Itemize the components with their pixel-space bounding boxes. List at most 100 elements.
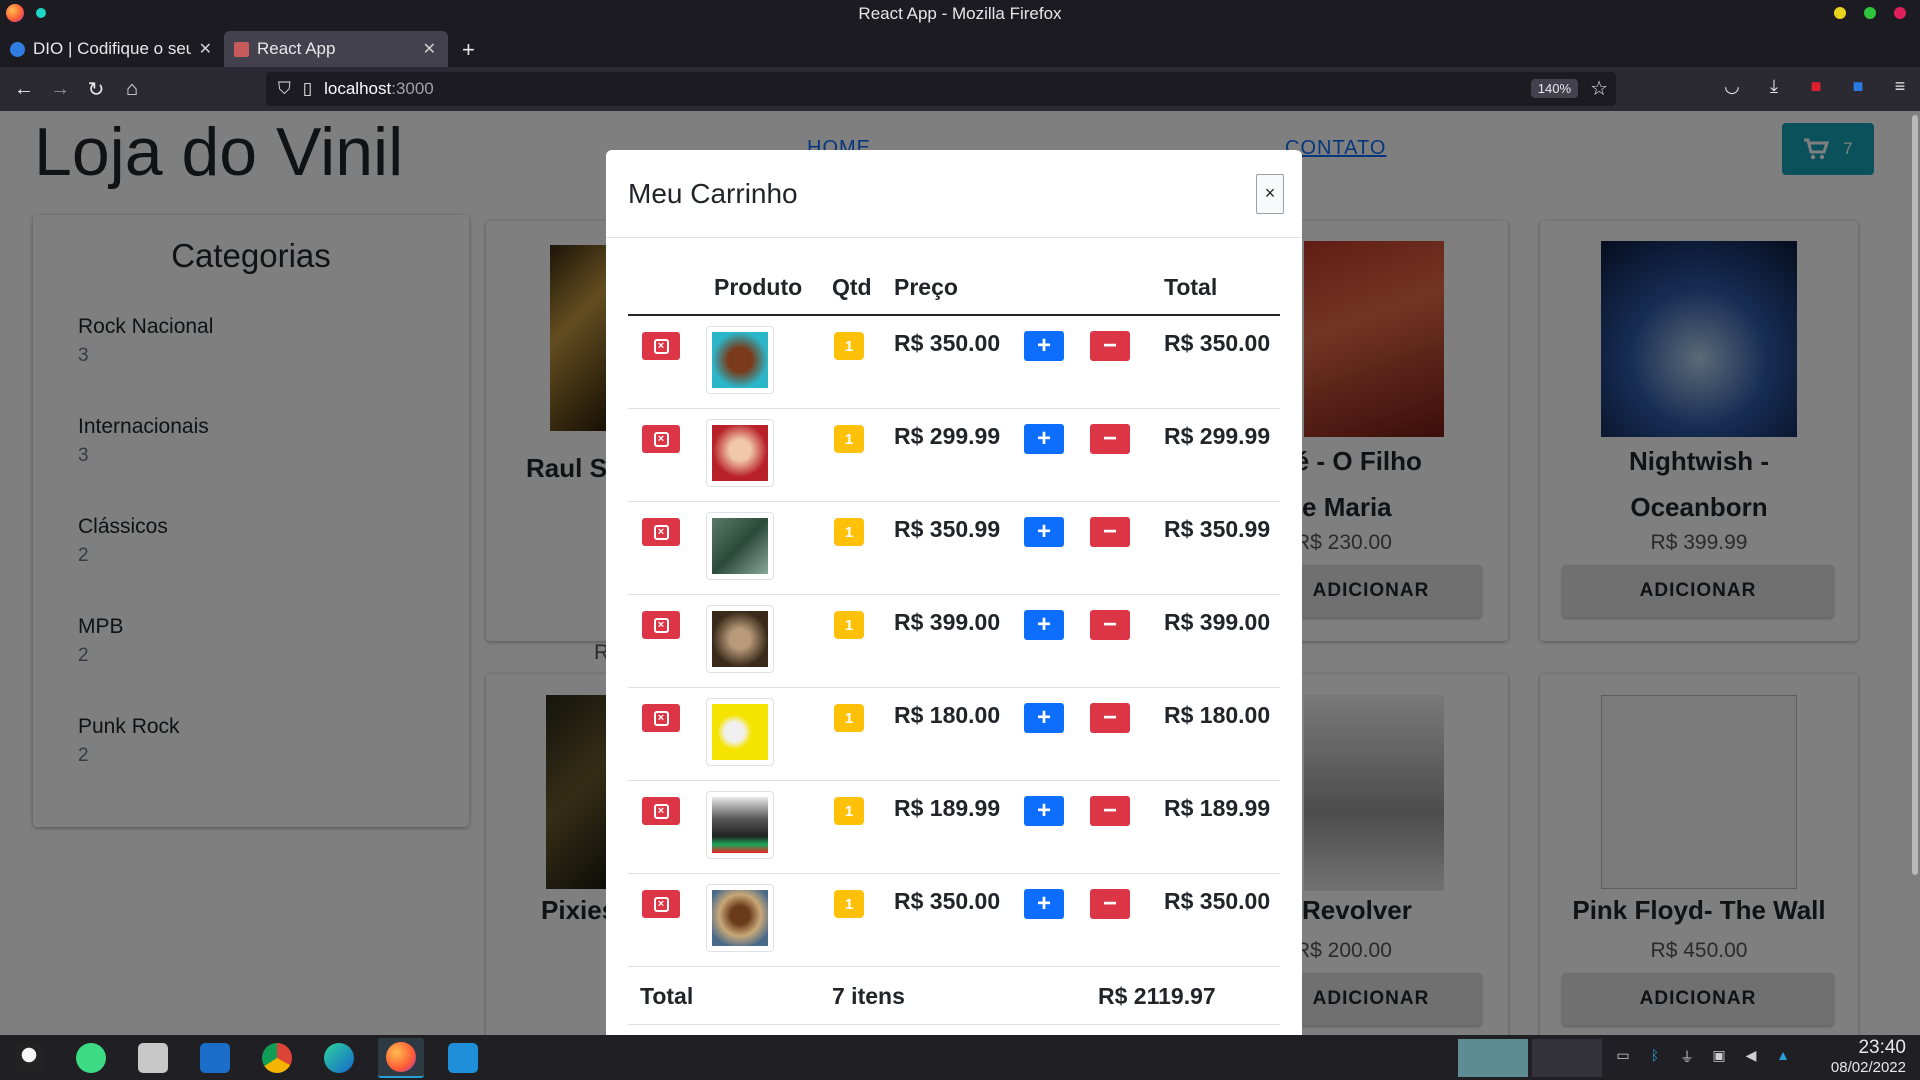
- taskbar-app-edge[interactable]: [316, 1038, 362, 1078]
- maximize-icon[interactable]: [1864, 7, 1876, 19]
- clipboard-icon[interactable]: ▭: [1616, 1047, 1630, 1065]
- increase-quantity-button[interactable]: +: [1024, 517, 1064, 547]
- tab-label: DIO | Codifique o seu: [33, 39, 191, 58]
- back-arrow-icon[interactable]: ←: [6, 78, 42, 101]
- window-title: React App - Mozilla Firefox: [858, 3, 1062, 23]
- item-total: R$ 189.99: [1164, 795, 1271, 821]
- item-total: R$ 299.99: [1164, 423, 1271, 449]
- product-thumbnail: [706, 605, 774, 673]
- quantity-badge: 1: [834, 797, 864, 825]
- home-icon[interactable]: ⌂: [114, 78, 150, 101]
- url-bar[interactable]: ⛉ ▯ localhost:3000 140% ☆: [266, 72, 1616, 106]
- page-info-icon[interactable]: ▯: [303, 79, 312, 99]
- item-total: R$ 180.00: [1164, 702, 1271, 728]
- product-thumbnail: [706, 698, 774, 766]
- modal-header: Meu Carrinho ×: [606, 150, 1302, 238]
- taskbar-app-joplin[interactable]: [192, 1038, 238, 1078]
- table-row: × 1 R$ 399.00 + − R$ 399.00: [628, 595, 1280, 688]
- header-preco: Preço: [894, 274, 958, 300]
- new-tab-icon[interactable]: +: [448, 37, 489, 67]
- download-icon[interactable]: ⤓: [1764, 76, 1784, 96]
- taskbar-app-files[interactable]: [130, 1038, 176, 1078]
- url-port: :3000: [391, 79, 434, 98]
- clock[interactable]: 23:40 08/02/2022: [1831, 1037, 1906, 1076]
- taskbar-app-firefox[interactable]: [378, 1037, 424, 1078]
- page-viewport: Loja do Vinil HOME CONTATO 7 Categorias …: [0, 111, 1920, 1035]
- close-tab-icon[interactable]: ✕: [199, 39, 212, 59]
- decrease-quantity-button[interactable]: −: [1090, 424, 1130, 454]
- quantity-badge: 1: [834, 425, 864, 453]
- taskbar-app-chrome[interactable]: [254, 1038, 300, 1078]
- clock-time: 23:40: [1858, 1037, 1906, 1058]
- tray-expand-icon[interactable]: ▲: [1776, 1047, 1790, 1065]
- product-thumbnail: [706, 326, 774, 394]
- minimize-icon[interactable]: [1834, 7, 1846, 19]
- decrease-quantity-button[interactable]: −: [1090, 610, 1130, 640]
- close-tab-icon[interactable]: ✕: [423, 39, 436, 59]
- remove-item-button[interactable]: ×: [642, 611, 680, 639]
- table-row: × 1 R$ 180.00 + − R$ 180.00: [628, 688, 1280, 781]
- product-thumbnail: [706, 512, 774, 580]
- quantity-badge: 1: [834, 611, 864, 639]
- footer-total-amount: R$ 2119.97: [1098, 983, 1216, 1009]
- table-row: × 1 R$ 299.99 + − R$ 299.99: [628, 409, 1280, 502]
- remove-icon: ×: [653, 896, 669, 912]
- cart-modal: Meu Carrinho × Produto Qtd Preço Total ×…: [606, 150, 1302, 1035]
- usb-icon[interactable]: ⏚: [1680, 1047, 1694, 1065]
- remove-icon: ×: [653, 524, 669, 540]
- tux-icon: [14, 1042, 44, 1073]
- item-price: R$ 399.00: [894, 609, 1001, 635]
- start-menu-button[interactable]: [6, 1038, 52, 1078]
- close-window-icon[interactable]: [1894, 7, 1906, 19]
- taskbar-app-vscode[interactable]: [440, 1038, 486, 1078]
- item-price: R$ 180.00: [894, 702, 1001, 728]
- taskbar-app-android-studio[interactable]: [68, 1038, 114, 1078]
- decrease-quantity-button[interactable]: −: [1090, 331, 1130, 361]
- table-row: × 1 R$ 350.00 + − R$ 350.00: [628, 874, 1280, 967]
- pocket-icon[interactable]: ◡: [1722, 76, 1742, 96]
- increase-quantity-button[interactable]: +: [1024, 703, 1064, 733]
- decrease-quantity-button[interactable]: −: [1090, 517, 1130, 547]
- decrease-quantity-button[interactable]: −: [1090, 703, 1130, 733]
- tab-strip: DIO | Codifique o seu ✕ React App ✕ +: [0, 27, 1920, 67]
- vscode-icon: [448, 1042, 478, 1073]
- remove-item-button[interactable]: ×: [642, 890, 680, 918]
- network-icon[interactable]: ▣: [1712, 1047, 1726, 1065]
- table-header: Produto Qtd Preço Total: [628, 260, 1280, 316]
- tab-dio[interactable]: DIO | Codifique o seu ✕: [0, 31, 224, 67]
- increase-quantity-button[interactable]: +: [1024, 796, 1064, 826]
- remove-item-button[interactable]: ×: [642, 332, 680, 360]
- remove-item-button[interactable]: ×: [642, 518, 680, 546]
- increase-quantity-button[interactable]: +: [1024, 610, 1064, 640]
- tab-react-app[interactable]: React App ✕: [224, 31, 448, 67]
- workspace-2[interactable]: [1532, 1039, 1602, 1077]
- forward-arrow-icon[interactable]: →: [42, 78, 78, 101]
- firefox-icon: [6, 4, 24, 22]
- remove-item-button[interactable]: ×: [642, 425, 680, 453]
- android-studio-icon: [76, 1042, 106, 1073]
- remove-item-button[interactable]: ×: [642, 704, 680, 732]
- decrease-quantity-button[interactable]: −: [1090, 796, 1130, 826]
- quantity-badge: 1: [834, 704, 864, 732]
- increase-quantity-button[interactable]: +: [1024, 331, 1064, 361]
- cart-table: Produto Qtd Preço Total × 1 R$ 350.00 + …: [628, 260, 1280, 1025]
- tab-label: React App: [257, 39, 336, 58]
- chrome-icon: [262, 1042, 292, 1073]
- extension-j-icon[interactable]: ■: [1848, 76, 1868, 96]
- volume-icon[interactable]: ◀: [1744, 1047, 1758, 1065]
- remove-item-button[interactable]: ×: [642, 797, 680, 825]
- increase-quantity-button[interactable]: +: [1024, 424, 1064, 454]
- increase-quantity-button[interactable]: +: [1024, 889, 1064, 919]
- shield-icon[interactable]: ⛉: [278, 79, 291, 99]
- decrease-quantity-button[interactable]: −: [1090, 889, 1130, 919]
- bookmark-star-icon[interactable]: ☆: [1590, 76, 1608, 101]
- reload-icon[interactable]: ↻: [78, 77, 114, 102]
- modal-close-button[interactable]: ×: [1256, 173, 1284, 214]
- workspace-1[interactable]: [1458, 1039, 1528, 1077]
- extension-block-icon[interactable]: ■: [1806, 76, 1826, 96]
- bluetooth-icon[interactable]: ᛒ: [1648, 1047, 1662, 1065]
- page-scrollbar[interactable]: [1912, 115, 1918, 875]
- zoom-level-badge[interactable]: 140%: [1530, 79, 1578, 98]
- item-total: R$ 350.99: [1164, 516, 1271, 542]
- hamburger-menu-icon[interactable]: ≡: [1890, 76, 1910, 96]
